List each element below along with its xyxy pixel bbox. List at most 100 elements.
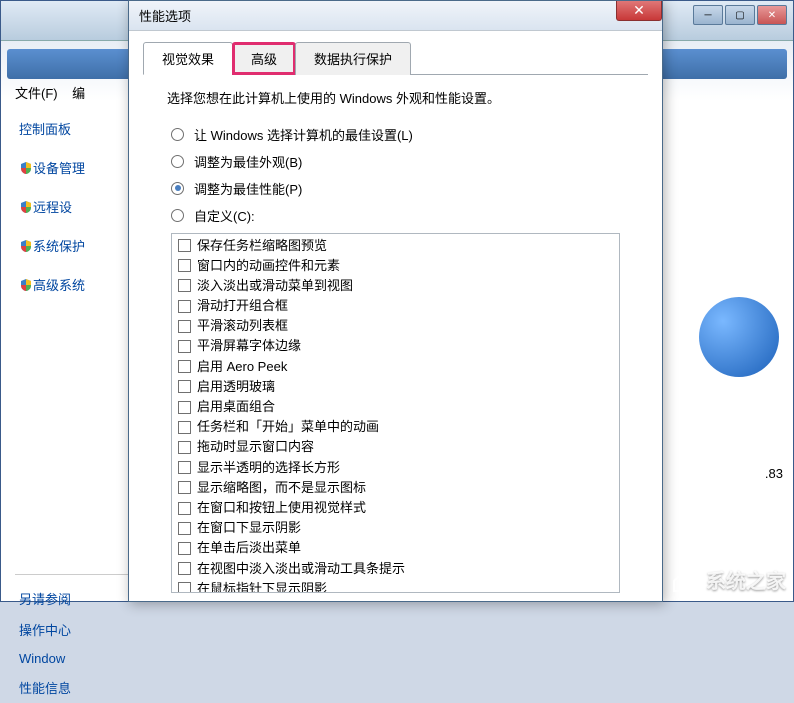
tab-description: 选择您想在此计算机上使用的 Windows 外观和性能设置。 bbox=[167, 89, 644, 109]
check-item-label: 保存任务栏缩略图预览 bbox=[197, 237, 327, 255]
checkbox-icon[interactable] bbox=[178, 239, 191, 252]
check-item-label: 在鼠标指针下显示阴影 bbox=[197, 580, 327, 593]
checkbox-icon[interactable] bbox=[178, 380, 191, 393]
radio-button-icon bbox=[171, 182, 184, 195]
check-item[interactable]: 在鼠标指针下显示阴影 bbox=[174, 579, 617, 593]
radio-best-appearance[interactable]: 调整为最佳外观(B) bbox=[171, 152, 648, 171]
check-item[interactable]: 在单击后淡出菜单 bbox=[174, 538, 617, 558]
bg-minimize-button[interactable]: ─ bbox=[693, 5, 723, 25]
shield-icon bbox=[19, 161, 33, 175]
sidebar: 控制面板 设备管理 远程设 系统保护 高级系统 另请参阅 操作中心 Window… bbox=[15, 109, 135, 703]
check-item[interactable]: 显示半透明的选择长方形 bbox=[174, 458, 617, 478]
radio-let-windows-choose[interactable]: 让 Windows 选择计算机的最佳设置(L) bbox=[171, 125, 648, 144]
check-item-label: 拖动时显示窗口内容 bbox=[197, 438, 314, 456]
check-item[interactable]: 保存任务栏缩略图预览 bbox=[174, 236, 617, 256]
radio-custom[interactable]: 自定义(C): bbox=[171, 206, 648, 225]
checkbox-icon[interactable] bbox=[178, 340, 191, 353]
checkbox-icon[interactable] bbox=[178, 522, 191, 535]
shield-icon bbox=[19, 278, 33, 292]
tab-dep[interactable]: 数据执行保护 bbox=[295, 42, 411, 75]
sidebar-separator: 另请参阅 操作中心 Window 性能信息 bbox=[15, 574, 135, 703]
check-item-label: 在窗口和按钮上使用视觉样式 bbox=[197, 499, 366, 517]
check-item-label: 平滑屏幕字体边缘 bbox=[197, 337, 301, 355]
sidebar-link-windows[interactable]: Window bbox=[15, 645, 135, 672]
check-item-label: 启用桌面组合 bbox=[197, 398, 275, 416]
check-item-label: 在窗口下显示阴影 bbox=[197, 519, 301, 537]
menu-file[interactable]: 文件(F) bbox=[15, 86, 58, 101]
dialog-titlebar[interactable]: 性能选项 ✕ bbox=[129, 1, 662, 31]
menu-edit-partial[interactable]: 编 bbox=[72, 86, 85, 101]
see-also-label: 另请参阅 bbox=[15, 583, 135, 614]
watermark: 系统之家 bbox=[670, 565, 786, 594]
check-item-label: 在单击后淡出菜单 bbox=[197, 539, 301, 557]
radio-button-icon bbox=[171, 209, 184, 222]
checkbox-icon[interactable] bbox=[178, 259, 191, 272]
check-item-label: 任务栏和「开始」菜单中的动画 bbox=[197, 418, 379, 436]
check-item[interactable]: 启用 Aero Peek bbox=[174, 357, 617, 377]
check-item-label: 滑动打开组合框 bbox=[197, 297, 288, 315]
sidebar-item-advanced[interactable]: 高级系统 bbox=[15, 265, 135, 304]
check-item[interactable]: 滑动打开组合框 bbox=[174, 296, 617, 316]
check-item-label: 在视图中淡入淡出或滑动工具条提示 bbox=[197, 560, 405, 578]
sidebar-item-protection[interactable]: 系统保护 bbox=[15, 226, 135, 265]
check-item-label: 启用 Aero Peek bbox=[197, 358, 287, 376]
radio-button-icon bbox=[171, 155, 184, 168]
checkbox-icon[interactable] bbox=[178, 481, 191, 494]
checkbox-icon[interactable] bbox=[178, 360, 191, 373]
checkbox-icon[interactable] bbox=[178, 421, 191, 434]
checkbox-icon[interactable] bbox=[178, 562, 191, 575]
dialog-title: 性能选项 bbox=[139, 6, 191, 25]
checkbox-icon[interactable] bbox=[178, 401, 191, 414]
sidebar-item-device[interactable]: 设备管理 bbox=[15, 148, 135, 187]
checkbox-icon[interactable] bbox=[178, 300, 191, 313]
visual-effects-checklist[interactable]: 保存任务栏缩略图预览窗口内的动画控件和元素淡入淡出或滑动菜单到视图滑动打开组合框… bbox=[171, 233, 620, 593]
check-item[interactable]: 任务栏和「开始」菜单中的动画 bbox=[174, 417, 617, 437]
checkbox-icon[interactable] bbox=[178, 461, 191, 474]
sidebar-link-perf-info[interactable]: 性能信息 bbox=[15, 672, 135, 703]
checkbox-icon[interactable] bbox=[178, 582, 191, 592]
shield-icon bbox=[19, 200, 33, 214]
check-item[interactable]: 淡入淡出或滑动菜单到视图 bbox=[174, 276, 617, 296]
check-item-label: 淡入淡出或滑动菜单到视图 bbox=[197, 277, 353, 295]
radio-best-performance[interactable]: 调整为最佳性能(P) bbox=[171, 179, 648, 198]
shield-icon bbox=[19, 239, 33, 253]
check-item[interactable]: 在窗口和按钮上使用视觉样式 bbox=[174, 498, 617, 518]
check-item[interactable]: 平滑屏幕字体边缘 bbox=[174, 336, 617, 356]
checkbox-icon[interactable] bbox=[178, 542, 191, 555]
bg-maximize-button[interactable]: ▢ bbox=[725, 5, 755, 25]
checkbox-icon[interactable] bbox=[178, 502, 191, 515]
watermark-text: 系统之家 bbox=[706, 565, 786, 594]
check-item-label: 窗口内的动画控件和元素 bbox=[197, 257, 340, 275]
windows-orb-graphic bbox=[699, 297, 779, 377]
check-item[interactable]: 显示缩略图，而不是显示图标 bbox=[174, 478, 617, 498]
check-item[interactable]: 窗口内的动画控件和元素 bbox=[174, 256, 617, 276]
checkbox-icon[interactable] bbox=[178, 320, 191, 333]
sidebar-link-action-center[interactable]: 操作中心 bbox=[15, 614, 135, 645]
checkbox-icon[interactable] bbox=[178, 279, 191, 292]
check-item[interactable]: 启用透明玻璃 bbox=[174, 377, 617, 397]
watermark-house-icon bbox=[670, 567, 700, 593]
bg-close-button[interactable]: ✕ bbox=[757, 5, 787, 25]
dialog-close-button[interactable]: ✕ bbox=[616, 1, 662, 21]
check-item[interactable]: 拖动时显示窗口内容 bbox=[174, 437, 617, 457]
check-item[interactable]: 平滑滚动列表框 bbox=[174, 316, 617, 336]
check-item[interactable]: 启用桌面组合 bbox=[174, 397, 617, 417]
performance-options-dialog: 性能选项 ✕ 视觉效果 高级 数据执行保护 选择您想在此计算机上使用的 Wind… bbox=[128, 0, 663, 602]
check-item[interactable]: 在窗口下显示阴影 bbox=[174, 518, 617, 538]
tab-advanced[interactable]: 高级 bbox=[232, 42, 296, 75]
checkbox-icon[interactable] bbox=[178, 441, 191, 454]
bg-menubar: 文件(F) 编 bbox=[15, 83, 85, 102]
sidebar-item-remote[interactable]: 远程设 bbox=[15, 187, 135, 226]
bg-window-controls: ─ ▢ ✕ bbox=[691, 5, 787, 25]
radio-button-icon bbox=[171, 128, 184, 141]
check-item[interactable]: 在视图中淡入淡出或滑动工具条提示 bbox=[174, 559, 617, 579]
dialog-body: 视觉效果 高级 数据执行保护 选择您想在此计算机上使用的 Windows 外观和… bbox=[129, 31, 662, 603]
tabs: 视觉效果 高级 数据执行保护 bbox=[143, 41, 648, 75]
radio-group: 让 Windows 选择计算机的最佳设置(L) 调整为最佳外观(B) 调整为最佳… bbox=[171, 125, 648, 225]
check-item-label: 平滑滚动列表框 bbox=[197, 317, 288, 335]
check-item-label: 显示半透明的选择长方形 bbox=[197, 459, 340, 477]
sidebar-header[interactable]: 控制面板 bbox=[15, 109, 135, 148]
check-item-label: 显示缩略图，而不是显示图标 bbox=[197, 479, 366, 497]
version-badge: .83 bbox=[765, 466, 783, 481]
tab-visual-effects[interactable]: 视觉效果 bbox=[143, 42, 233, 75]
